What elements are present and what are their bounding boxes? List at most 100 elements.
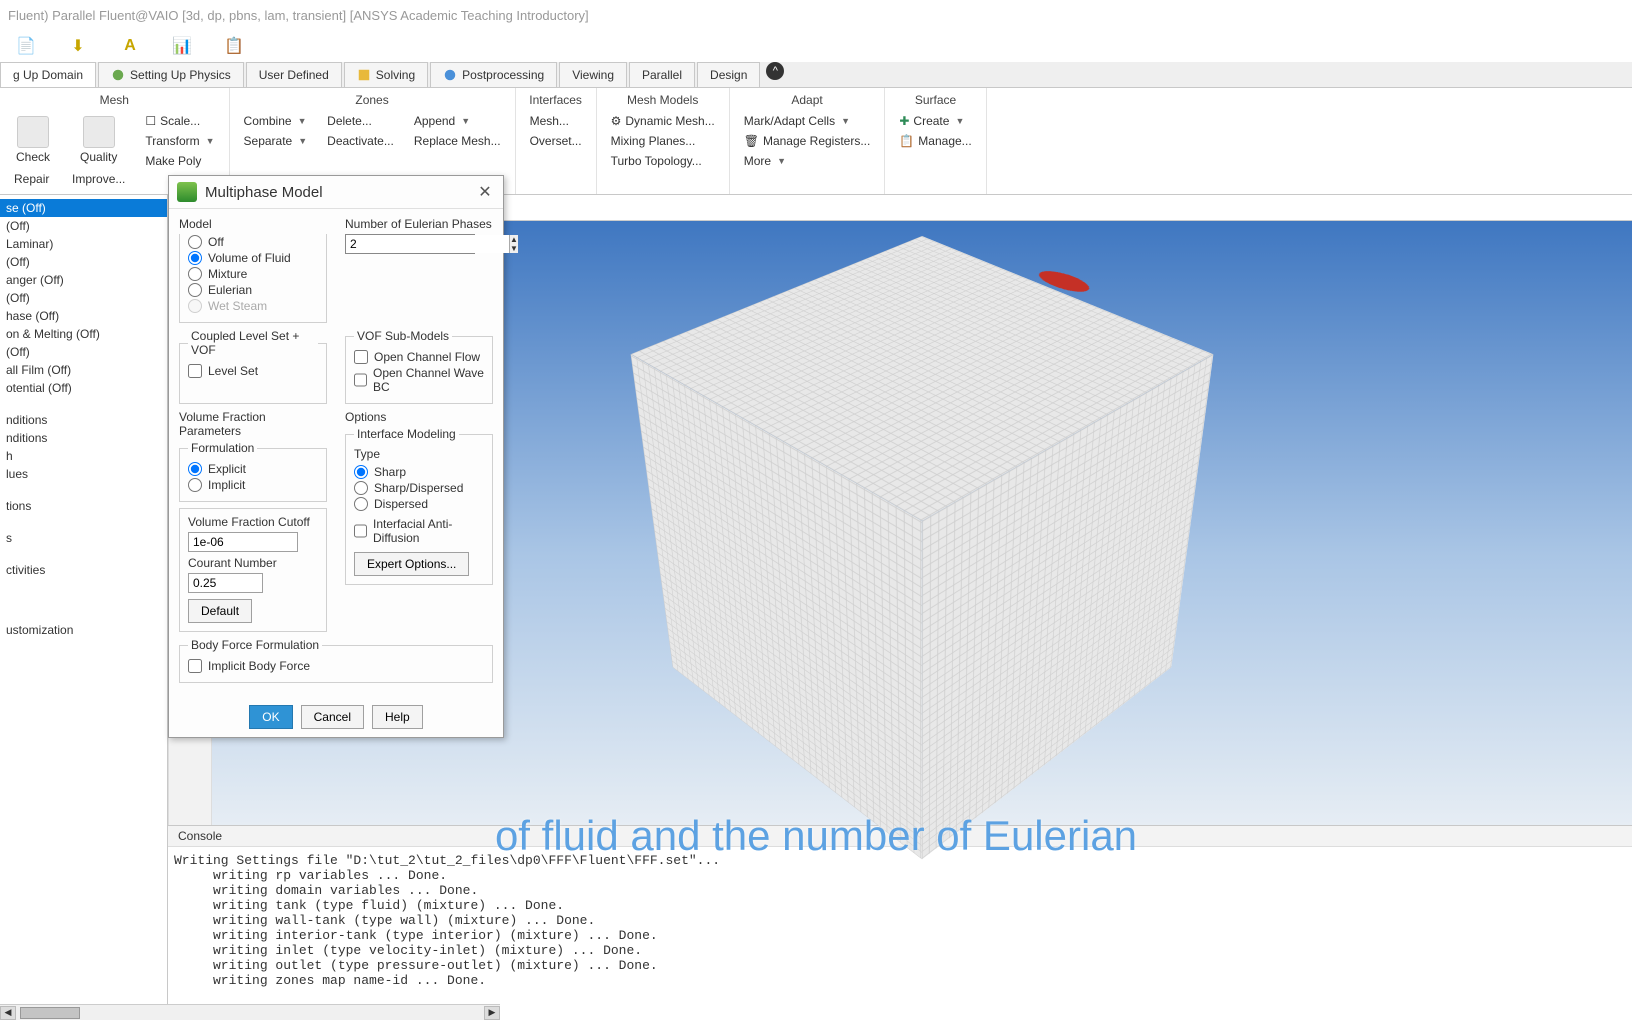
tree-item[interactable] xyxy=(0,593,167,607)
default-button[interactable]: Default xyxy=(188,599,252,623)
adapt-manage-button[interactable]: 🗑 Manage Registers... xyxy=(738,132,877,150)
vfcutoff-input[interactable] xyxy=(188,532,298,552)
ribbon-group-mesh: Mesh xyxy=(6,90,223,110)
dialog-close-icon[interactable]: ✕ xyxy=(475,182,495,202)
qt-icon-4[interactable]: 📊 xyxy=(171,35,193,57)
spin-up-icon[interactable]: ▲ xyxy=(510,235,518,244)
surface-manage-button[interactable]: 📋 Manage... xyxy=(893,132,977,150)
mesh-makepoly-button[interactable]: Make Poly xyxy=(139,152,220,170)
tree-item[interactable]: (Off) xyxy=(0,343,167,361)
radio-eulerian[interactable]: Eulerian xyxy=(188,282,318,298)
ribbon-expand-icon[interactable]: ^ xyxy=(766,62,784,80)
radio-sharpdisp[interactable]: Sharp/Dispersed xyxy=(354,480,484,496)
mesh-repair-button[interactable]: Repair xyxy=(8,170,58,188)
radio-dispersed[interactable]: Dispersed xyxy=(354,496,484,512)
mesh-scale-button[interactable]: ☐ Scale... xyxy=(139,112,220,130)
tree-item[interactable] xyxy=(0,547,167,561)
tree-item[interactable]: se (Off) xyxy=(0,199,167,217)
ok-button[interactable]: OK xyxy=(249,705,292,729)
radio-implicit[interactable]: Implicit xyxy=(188,477,318,493)
interfaces-overset-button[interactable]: Overset... xyxy=(524,132,588,150)
zones-combine-button[interactable]: Combine▼ xyxy=(238,112,314,130)
scroll-left-icon[interactable]: ◀ xyxy=(0,1006,16,1020)
check-levelset[interactable]: Level Set xyxy=(188,363,318,379)
adapt-mark-button[interactable]: Mark/Adapt Cells▼ xyxy=(738,112,877,130)
tree-item[interactable]: s xyxy=(0,529,167,547)
num-phases-input[interactable] xyxy=(346,235,509,253)
tree-item[interactable]: nditions xyxy=(0,411,167,429)
tab-postprocessing[interactable]: Postprocessing xyxy=(430,62,557,87)
help-button[interactable]: Help xyxy=(372,705,423,729)
zones-replace-button[interactable]: Replace Mesh... xyxy=(408,132,507,150)
tree-item[interactable]: (Off) xyxy=(0,289,167,307)
tree-item[interactable]: (Off) xyxy=(0,217,167,235)
tab-user-defined[interactable]: User Defined xyxy=(246,62,342,87)
bff-legend: Body Force Formulation xyxy=(188,638,322,652)
tab-physics[interactable]: Setting Up Physics xyxy=(98,62,244,87)
spin-down-icon[interactable]: ▼ xyxy=(510,244,518,253)
qt-icon-5[interactable]: 📋 xyxy=(223,35,245,57)
radio-off[interactable]: Off xyxy=(188,234,318,250)
qt-icon-2[interactable]: ⬇ xyxy=(67,35,89,57)
scroll-thumb[interactable] xyxy=(20,1007,80,1019)
mm-dynamic-button[interactable]: ⚙ Dynamic Mesh... xyxy=(605,112,721,130)
tree-item[interactable]: lues xyxy=(0,465,167,483)
tree-item[interactable] xyxy=(0,397,167,411)
console-output[interactable]: Writing Settings file "D:\tut_2\tut_2_fi… xyxy=(168,847,1632,1015)
check-impbody[interactable]: Implicit Body Force xyxy=(188,658,484,674)
mm-mixing-button[interactable]: Mixing Planes... xyxy=(605,132,721,150)
mm-turbo-button[interactable]: Turbo Topology... xyxy=(605,152,721,170)
window-title: Fluent) Parallel Fluent@VAIO [3d, dp, pb… xyxy=(0,0,1632,30)
check-anti[interactable]: Interfacial Anti-Diffusion xyxy=(354,516,484,546)
mesh-transform-button[interactable]: Transform▼ xyxy=(139,132,220,150)
check-openchannel[interactable]: Open Channel Flow xyxy=(354,349,484,365)
courant-input[interactable] xyxy=(188,573,263,593)
surface-create-button[interactable]: ✚ Create▼ xyxy=(893,112,977,130)
tree-item[interactable]: Laminar) xyxy=(0,235,167,253)
mesh-improve-button[interactable]: Improve... xyxy=(66,170,131,188)
tab-viewing[interactable]: Viewing xyxy=(559,62,627,87)
vfp-label: Volume Fraction Parameters xyxy=(179,410,327,438)
radio-mixture[interactable]: Mixture xyxy=(188,266,318,282)
tab-domain[interactable]: g Up Domain xyxy=(0,62,96,87)
tab-design[interactable]: Design xyxy=(697,62,760,87)
tree-item[interactable]: hase (Off) xyxy=(0,307,167,325)
scroll-right-icon[interactable]: ▶ xyxy=(484,1006,500,1020)
radio-sharp[interactable]: Sharp xyxy=(354,464,484,480)
tree-item[interactable] xyxy=(0,515,167,529)
radio-vof[interactable]: Volume of Fluid xyxy=(188,250,318,266)
expert-button[interactable]: Expert Options... xyxy=(354,552,469,576)
tree-item[interactable]: tions xyxy=(0,497,167,515)
tree-item[interactable] xyxy=(0,607,167,621)
mesh-check-button[interactable]: Check xyxy=(8,112,58,168)
zones-delete-button[interactable]: Delete... xyxy=(321,112,400,130)
tree-item[interactable] xyxy=(0,579,167,593)
radio-explicit[interactable]: Explicit xyxy=(188,461,318,477)
tree-item[interactable]: anger (Off) xyxy=(0,271,167,289)
dialog-titlebar[interactable]: Multiphase Model ✕ xyxy=(169,176,503,209)
tab-parallel[interactable]: Parallel xyxy=(629,62,695,87)
check-openwave[interactable]: Open Channel Wave BC xyxy=(354,365,484,395)
zones-separate-button[interactable]: Separate▼ xyxy=(238,132,314,150)
tree-item[interactable]: h xyxy=(0,447,167,465)
tree-item[interactable]: nditions xyxy=(0,429,167,447)
num-phases-spinner[interactable]: ▲▼ xyxy=(345,234,475,254)
adapt-more-button[interactable]: More▼ xyxy=(738,152,877,170)
tab-solving[interactable]: Solving xyxy=(344,62,428,87)
qt-icon-3[interactable]: A xyxy=(119,35,141,57)
tree-item[interactable]: ustomization xyxy=(0,621,167,639)
outline-tree[interactable]: se (Off)(Off)Laminar)(Off)anger (Off)(Of… xyxy=(0,195,168,1015)
mesh-quality-button[interactable]: Quality xyxy=(66,112,131,168)
interfaces-mesh-button[interactable]: Mesh... xyxy=(524,112,588,130)
cancel-button[interactable]: Cancel xyxy=(301,705,364,729)
tree-item[interactable]: otential (Off) xyxy=(0,379,167,397)
tree-item[interactable] xyxy=(0,483,167,497)
qt-icon-1[interactable]: 📄 xyxy=(15,35,37,57)
zones-deactivate-button[interactable]: Deactivate... xyxy=(321,132,400,150)
tree-hscrollbar[interactable]: ◀ ▶ xyxy=(0,1004,500,1020)
tree-item[interactable]: on & Melting (Off) xyxy=(0,325,167,343)
tree-item[interactable]: all Film (Off) xyxy=(0,361,167,379)
tree-item[interactable]: (Off) xyxy=(0,253,167,271)
zones-append-button[interactable]: Append▼ xyxy=(408,112,507,130)
tree-item[interactable]: ctivities xyxy=(0,561,167,579)
